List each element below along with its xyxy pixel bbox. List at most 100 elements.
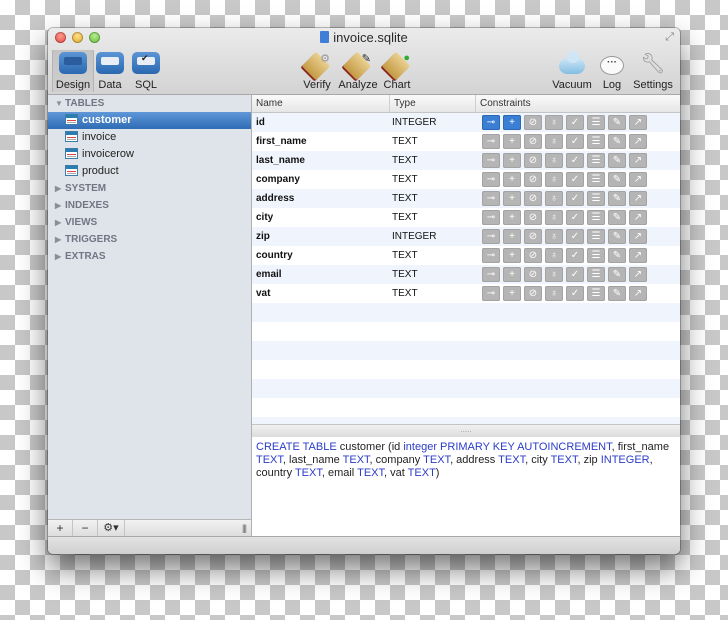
list-icon[interactable]: ☰ <box>587 248 605 263</box>
resize-grip[interactable]: ||| <box>242 520 247 536</box>
column-name[interactable]: first_name <box>256 132 307 151</box>
column-type[interactable]: INTEGER <box>392 227 436 246</box>
table-row[interactable]: email TEXT ⊸ + ⊘ ♁ ✓ ☰ ✎ ↗ <box>252 265 680 284</box>
external-link-icon[interactable]: ↗ <box>629 267 647 282</box>
pin-icon[interactable]: ♁ <box>545 153 563 168</box>
analyze-button[interactable]: ✎ Analyze <box>338 50 378 92</box>
header-constraints[interactable]: Constraints <box>476 95 680 112</box>
disclosure-down-icon[interactable]: ▼ <box>55 95 65 112</box>
table-row[interactable]: zip INTEGER ⊸ + ⊘ ♁ ✓ ☰ ✎ ↗ <box>252 227 680 246</box>
sidebar-item-customer[interactable]: customer <box>48 112 251 129</box>
list-icon[interactable]: ☰ <box>587 229 605 244</box>
check-icon[interactable]: ✓ <box>566 267 584 282</box>
disclosure-right-icon[interactable]: ▶ <box>55 197 65 214</box>
add-table-button[interactable]: + <box>48 520 73 537</box>
column-name[interactable]: address <box>256 189 294 208</box>
sidebar-section-extras[interactable]: ▶ EXTRAS <box>48 248 251 265</box>
plus-icon[interactable]: + <box>503 229 521 244</box>
wrench-icon[interactable]: ✎ <box>608 191 626 206</box>
external-link-icon[interactable]: ↗ <box>629 210 647 225</box>
log-button[interactable]: ··· Log <box>599 50 625 92</box>
chart-button[interactable]: ● Chart <box>381 50 413 92</box>
wrench-icon[interactable]: ✎ <box>608 115 626 130</box>
column-type[interactable]: TEXT <box>392 265 418 284</box>
check-icon[interactable]: ✓ <box>566 134 584 149</box>
plus-icon[interactable]: + <box>503 134 521 149</box>
wrench-icon[interactable]: ✎ <box>608 153 626 168</box>
check-icon[interactable]: ✓ <box>566 172 584 187</box>
external-link-icon[interactable]: ↗ <box>629 286 647 301</box>
sidebar-section-views[interactable]: ▶ VIEWS <box>48 214 251 231</box>
not-null-icon[interactable]: ⊘ <box>524 115 542 130</box>
primary-key-icon[interactable]: ⊸ <box>482 115 500 130</box>
primary-key-icon[interactable]: ⊸ <box>482 134 500 149</box>
check-icon[interactable]: ✓ <box>566 210 584 225</box>
pin-icon[interactable]: ♁ <box>545 115 563 130</box>
column-name[interactable]: vat <box>256 284 270 303</box>
plus-icon[interactable]: + <box>503 172 521 187</box>
sql-button[interactable]: SQL <box>130 50 162 92</box>
wrench-icon[interactable]: ✎ <box>608 229 626 244</box>
table-row[interactable]: last_name TEXT ⊸ + ⊘ ♁ ✓ ☰ ✎ ↗ <box>252 151 680 170</box>
disclosure-right-icon[interactable]: ▶ <box>55 248 65 265</box>
list-icon[interactable]: ☰ <box>587 267 605 282</box>
not-null-icon[interactable]: ⊘ <box>524 172 542 187</box>
not-null-icon[interactable]: ⊘ <box>524 229 542 244</box>
data-button[interactable]: Data <box>94 50 126 92</box>
sidebar-section-tables[interactable]: ▼ TABLES <box>48 95 251 112</box>
column-type[interactable]: INTEGER <box>392 113 436 132</box>
plus-icon[interactable]: + <box>503 248 521 263</box>
column-type[interactable]: TEXT <box>392 246 418 265</box>
check-icon[interactable]: ✓ <box>566 229 584 244</box>
table-row[interactable]: company TEXT ⊸ + ⊘ ♁ ✓ ☰ ✎ ↗ <box>252 170 680 189</box>
external-link-icon[interactable]: ↗ <box>629 115 647 130</box>
column-name[interactable]: last_name <box>256 151 305 170</box>
table-row[interactable]: country TEXT ⊸ + ⊘ ♁ ✓ ☰ ✎ ↗ <box>252 246 680 265</box>
column-type[interactable]: TEXT <box>392 132 418 151</box>
disclosure-right-icon[interactable]: ▶ <box>55 231 65 248</box>
disclosure-right-icon[interactable]: ▶ <box>55 214 65 231</box>
plus-icon[interactable]: + <box>503 115 521 130</box>
list-icon[interactable]: ☰ <box>587 286 605 301</box>
sidebar-section-system[interactable]: ▶ SYSTEM <box>48 180 251 197</box>
external-link-icon[interactable]: ↗ <box>629 191 647 206</box>
column-name[interactable]: company <box>256 170 300 189</box>
check-icon[interactable]: ✓ <box>566 286 584 301</box>
plus-icon[interactable]: + <box>503 267 521 282</box>
disclosure-right-icon[interactable]: ▶ <box>55 180 65 197</box>
primary-key-icon[interactable]: ⊸ <box>482 286 500 301</box>
check-icon[interactable]: ✓ <box>566 153 584 168</box>
external-link-icon[interactable]: ↗ <box>629 153 647 168</box>
primary-key-icon[interactable]: ⊸ <box>482 153 500 168</box>
verify-button[interactable]: ⚙ Verify <box>300 50 334 92</box>
pin-icon[interactable]: ♁ <box>545 267 563 282</box>
design-button[interactable]: Design <box>52 50 94 92</box>
table-row[interactable]: first_name TEXT ⊸ + ⊘ ♁ ✓ ☰ ✎ ↗ <box>252 132 680 151</box>
primary-key-icon[interactable]: ⊸ <box>482 210 500 225</box>
pin-icon[interactable]: ♁ <box>545 134 563 149</box>
table-row[interactable]: address TEXT ⊸ + ⊘ ♁ ✓ ☰ ✎ ↗ <box>252 189 680 208</box>
table-row[interactable]: id INTEGER ⊸ + ⊘ ♁ ✓ ☰ ✎ ↗ <box>252 113 680 132</box>
table-row[interactable]: vat TEXT ⊸ + ⊘ ♁ ✓ ☰ ✎ ↗ <box>252 284 680 303</box>
list-icon[interactable]: ☰ <box>587 115 605 130</box>
sidebar-section-triggers[interactable]: ▶ TRIGGERS <box>48 231 251 248</box>
not-null-icon[interactable]: ⊘ <box>524 153 542 168</box>
pin-icon[interactable]: ♁ <box>545 286 563 301</box>
column-name[interactable]: city <box>256 208 273 227</box>
pin-icon[interactable]: ♁ <box>545 172 563 187</box>
pin-icon[interactable]: ♁ <box>545 210 563 225</box>
column-type[interactable]: TEXT <box>392 151 418 170</box>
list-icon[interactable]: ☰ <box>587 210 605 225</box>
primary-key-icon[interactable]: ⊸ <box>482 191 500 206</box>
list-icon[interactable]: ☰ <box>587 153 605 168</box>
table-row[interactable]: city TEXT ⊸ + ⊘ ♁ ✓ ☰ ✎ ↗ <box>252 208 680 227</box>
column-name[interactable]: email <box>256 265 282 284</box>
column-name[interactable]: zip <box>256 227 270 246</box>
check-icon[interactable]: ✓ <box>566 191 584 206</box>
wrench-icon[interactable]: ✎ <box>608 172 626 187</box>
primary-key-icon[interactable]: ⊸ <box>482 172 500 187</box>
list-icon[interactable]: ☰ <box>587 134 605 149</box>
plus-icon[interactable]: + <box>503 191 521 206</box>
sidebar-item-product[interactable]: product <box>48 163 251 180</box>
external-link-icon[interactable]: ↗ <box>629 172 647 187</box>
